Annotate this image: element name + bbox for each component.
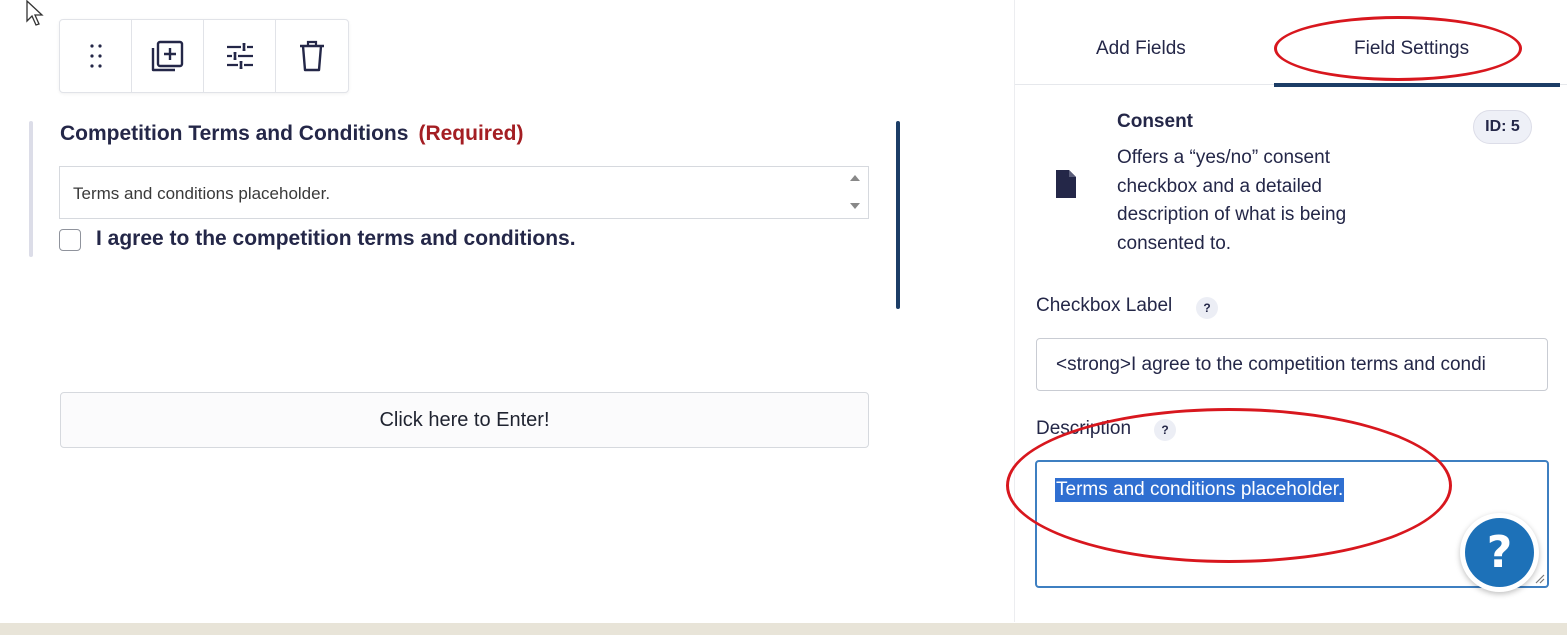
- field-selected-indicator: [896, 121, 900, 309]
- active-tab-underline: [1274, 83, 1560, 87]
- duplicate-button[interactable]: [132, 20, 204, 92]
- checkbox-label-help-icon[interactable]: ?: [1196, 297, 1218, 319]
- mouse-cursor-icon: [26, 0, 44, 26]
- scroll-up-arrow-icon[interactable]: [850, 175, 860, 181]
- checkbox-label-input[interactable]: <strong>I agree to the competition terms…: [1036, 338, 1548, 391]
- field-type-title: Consent: [1117, 111, 1193, 132]
- trash-icon: [300, 40, 324, 72]
- submit-button[interactable]: Click here to Enter!: [60, 392, 869, 448]
- tab-field-settings[interactable]: Field Settings: [1354, 38, 1469, 60]
- delete-button[interactable]: [276, 20, 348, 92]
- checkbox-label-input-value: <strong>I agree to the competition terms…: [1056, 354, 1486, 375]
- field-toolbar: [59, 19, 349, 93]
- scroll-down-arrow-icon[interactable]: [850, 203, 860, 209]
- taskbar-strip: [0, 623, 1567, 635]
- field-type-description: Offers a “yes/no” consent checkbox and a…: [1117, 147, 1347, 254]
- field-title-text: Competition Terms and Conditions: [60, 122, 409, 145]
- field-id-badge: ID: 5: [1473, 110, 1532, 144]
- required-label: (Required): [418, 122, 524, 145]
- field-left-indicator: [29, 121, 33, 257]
- resize-handle-icon[interactable]: [1533, 572, 1545, 584]
- field-title: Competition Terms and Conditions (Require…: [60, 122, 523, 146]
- consent-description-box[interactable]: Terms and conditions placeholder.: [59, 166, 869, 219]
- consent-description-text: Terms and conditions placeholder.: [73, 184, 331, 203]
- panel-divider: [1014, 0, 1015, 622]
- checkbox-label-setting-label: Checkbox Label: [1036, 295, 1173, 316]
- drag-button[interactable]: [60, 20, 132, 92]
- help-button[interactable]: ?: [1460, 513, 1539, 592]
- duplicate-icon: [151, 40, 183, 72]
- consent-checkbox[interactable]: [59, 229, 81, 251]
- description-help-icon[interactable]: ?: [1154, 419, 1176, 441]
- description-setting-label: Description: [1036, 418, 1132, 439]
- help-question-icon: ?: [1465, 518, 1534, 587]
- sliders-icon: [226, 43, 253, 69]
- field-settings-button[interactable]: [204, 20, 276, 92]
- description-selected-text: Terms and conditions placeholder.: [1055, 478, 1345, 502]
- tab-add-fields[interactable]: Add Fields: [1096, 38, 1186, 60]
- consent-checkbox-label: I agree to the competition terms and con…: [96, 227, 576, 250]
- description-scrollbar[interactable]: [842, 167, 868, 218]
- drag-handle-icon: [89, 44, 102, 68]
- document-icon: [1056, 170, 1076, 198]
